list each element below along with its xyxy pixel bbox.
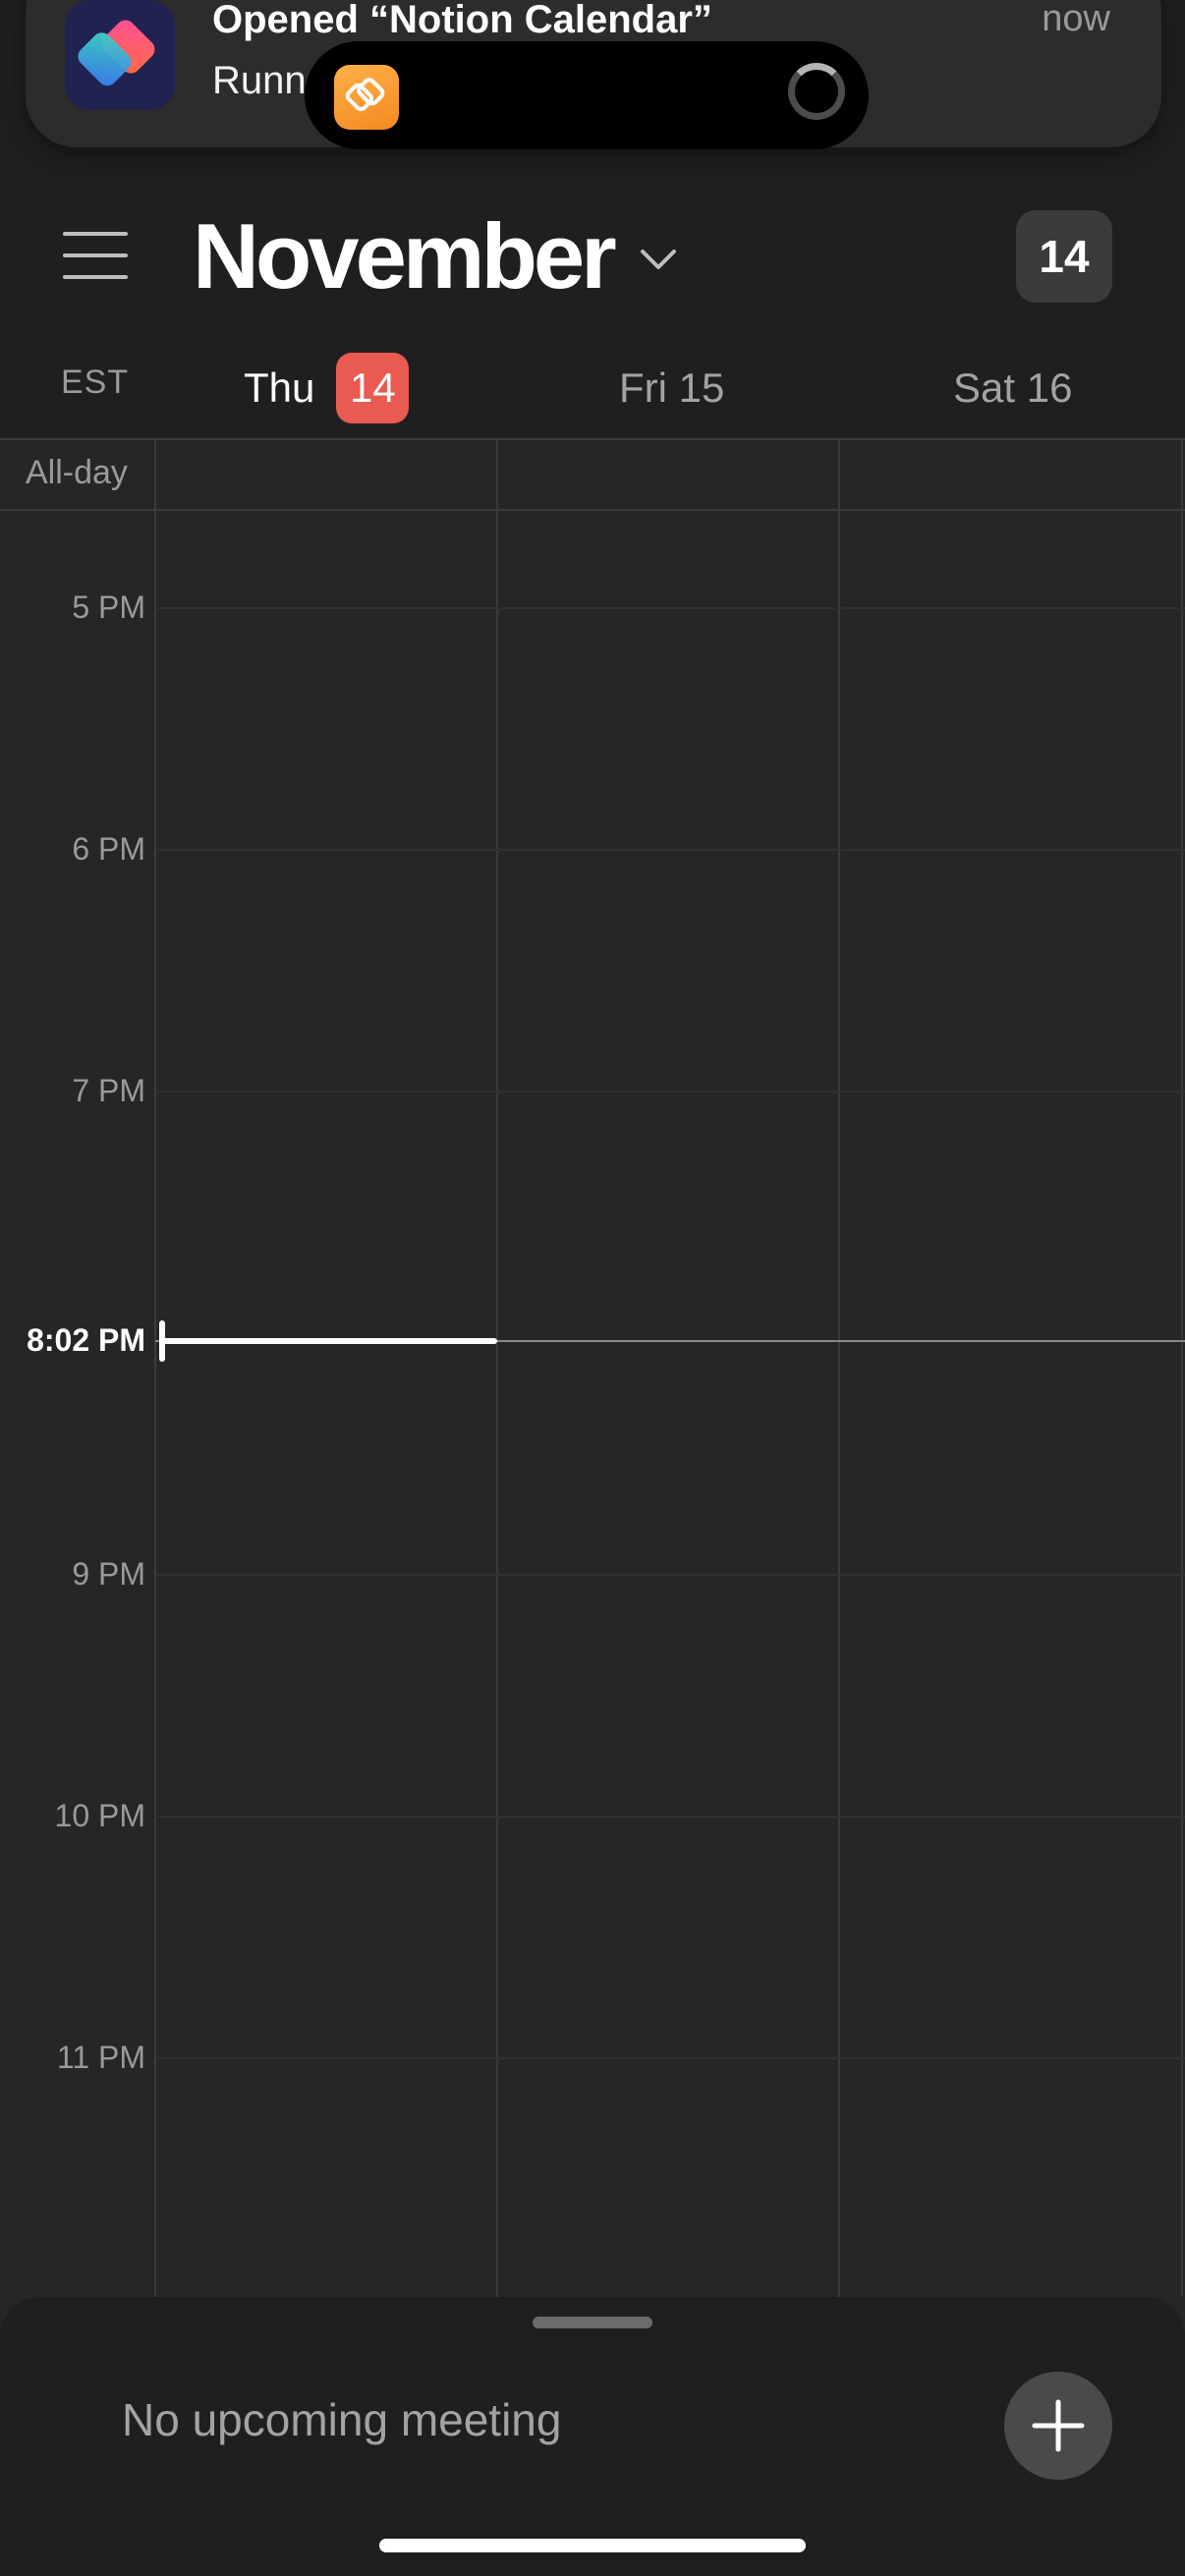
notification-time: now xyxy=(1042,0,1110,39)
upcoming-meeting-text: No upcoming meeting xyxy=(122,2394,562,2445)
hamburger-menu-icon[interactable] xyxy=(59,226,132,285)
day-column-thu[interactable] xyxy=(156,511,496,2297)
hour-label: 7 PM xyxy=(72,1073,145,1108)
day-header-fri[interactable]: Fri 15 xyxy=(619,354,724,422)
current-time-label: 8:02 PM xyxy=(27,1322,145,1358)
day-column-fri[interactable] xyxy=(498,511,838,2297)
sheet-drag-handle[interactable] xyxy=(533,2317,652,2328)
chevron-down-icon[interactable] xyxy=(637,244,680,273)
spinner-icon xyxy=(788,63,845,120)
column-divider xyxy=(1181,440,1183,2297)
shortcuts-icon xyxy=(334,65,399,130)
today-badge: 14 xyxy=(336,353,410,423)
hour-label: 6 PM xyxy=(72,831,145,867)
month-title[interactable]: November xyxy=(193,202,617,310)
today-button[interactable]: 14 xyxy=(1016,210,1112,303)
current-time-marker xyxy=(159,1320,165,1362)
day-column-sat[interactable] xyxy=(840,511,1181,2297)
hour-label: 9 PM xyxy=(72,1556,145,1592)
hour-label: 10 PM xyxy=(54,1798,145,1833)
dynamic-island[interactable] xyxy=(305,41,869,149)
plus-icon xyxy=(1032,2399,1085,2452)
shortcuts-app-icon xyxy=(65,0,175,110)
hour-label: 5 PM xyxy=(72,589,145,625)
hour-label: 11 PM xyxy=(56,2040,145,2075)
current-time-line-today xyxy=(161,1338,497,1344)
add-event-button[interactable] xyxy=(1004,2372,1112,2480)
day-header-thu[interactable]: Thu 14 xyxy=(244,353,410,423)
bottom-sheet[interactable]: No upcoming meeting xyxy=(0,2297,1185,2576)
all-day-row[interactable] xyxy=(0,440,1185,509)
notification-title: Opened “Notion Calendar” xyxy=(212,0,712,41)
home-indicator[interactable] xyxy=(379,2539,806,2552)
notification-body: Runn xyxy=(212,59,307,102)
timezone-label[interactable]: EST xyxy=(61,364,129,402)
all-day-label: All-day xyxy=(26,454,128,491)
day-name: Thu xyxy=(244,364,315,411)
day-header-sat[interactable]: Sat 16 xyxy=(953,354,1072,422)
